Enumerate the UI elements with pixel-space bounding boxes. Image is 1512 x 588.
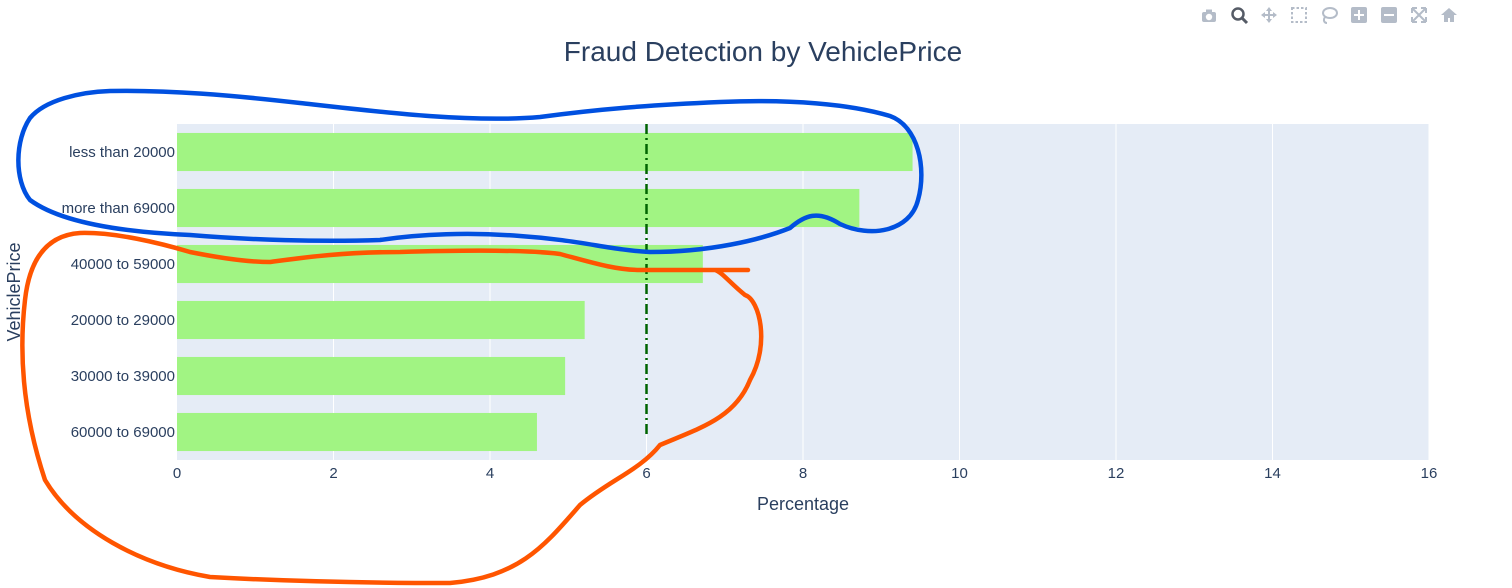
x-tick-label: 8	[799, 465, 807, 482]
x-tick-label: 14	[1264, 465, 1281, 482]
y-category-label: 60000 to 69000	[71, 424, 175, 441]
bar[interactable]	[177, 188, 860, 228]
x-tick-label: 4	[486, 465, 494, 482]
bar[interactable]	[177, 356, 566, 396]
y-axis-categories: less than 20000 more than 69000 40000 to 5…	[62, 144, 175, 441]
x-tick-label: 16	[1421, 465, 1438, 482]
bar[interactable]	[177, 412, 537, 452]
y-category-label: more than 69000	[62, 200, 175, 217]
x-tick-label: 6	[642, 465, 650, 482]
x-tick-label: 10	[951, 465, 968, 482]
chart: Fraud Detection by VehiclePrice 0 2 4 6 8 10 1…	[4, 36, 1438, 586]
x-axis-title: Percentage	[757, 494, 849, 514]
bar[interactable]	[177, 300, 585, 340]
x-tick-label: 12	[1108, 465, 1125, 482]
plot-area[interactable]	[177, 124, 1430, 460]
x-axis-ticks: 0 2 4 6 8 10 12 14 16	[173, 465, 1438, 482]
y-category-label: 20000 to 29000	[71, 312, 175, 329]
x-tick-label: 2	[329, 465, 337, 482]
y-category-label: 30000 to 39000	[71, 368, 175, 385]
chart-title: Fraud Detection by VehiclePrice	[564, 36, 962, 67]
x-tick-label: 0	[173, 465, 181, 482]
y-category-label: 40000 to 59000	[71, 256, 175, 273]
bar[interactable]	[177, 132, 913, 172]
y-category-label: less than 20000	[69, 144, 175, 161]
